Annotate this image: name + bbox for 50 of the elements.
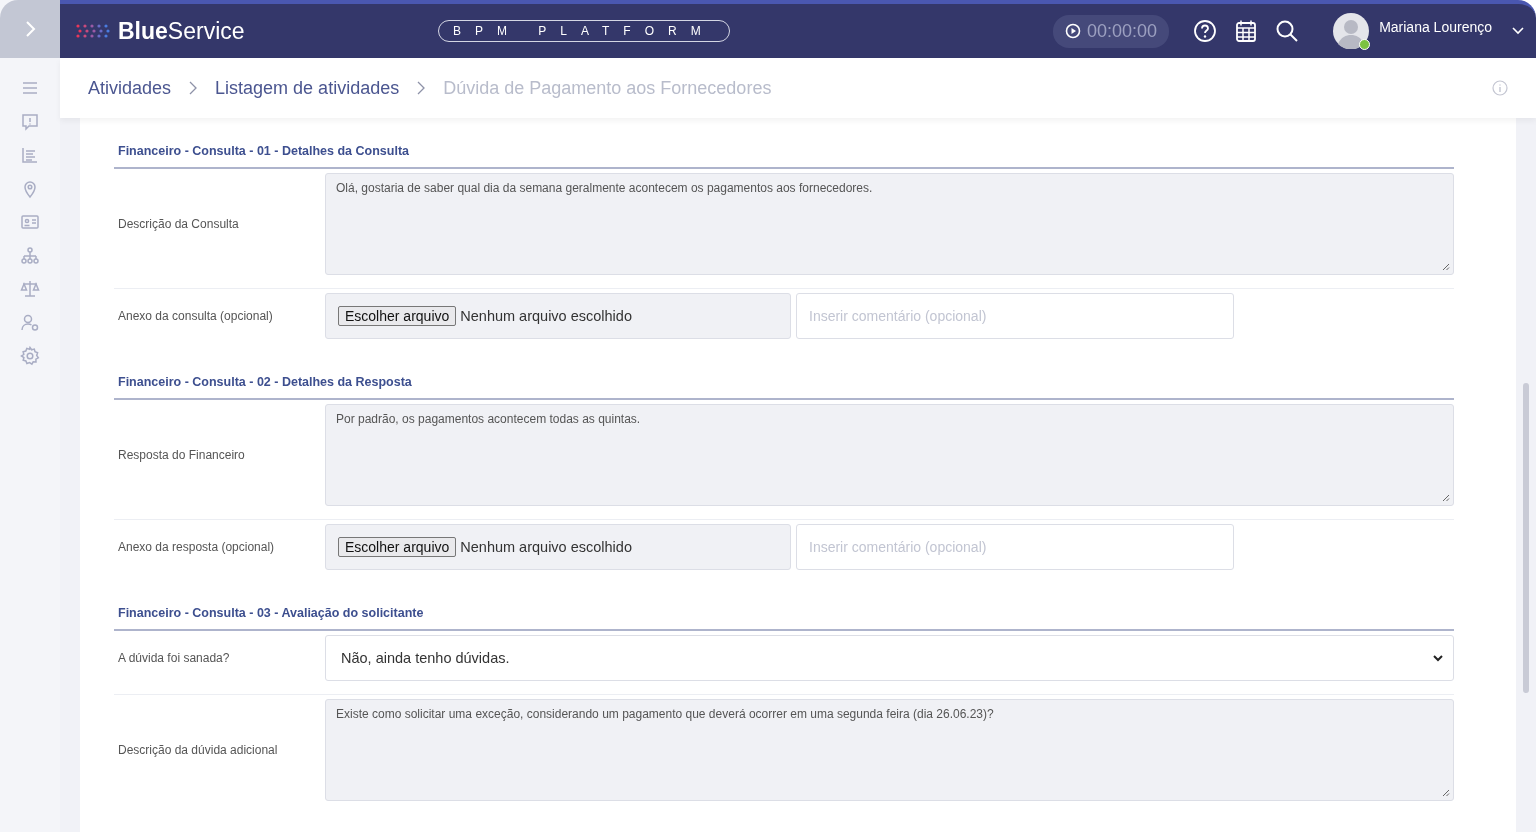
field-label: Resposta do Financeiro (117, 448, 246, 462)
section-title: Financeiro - Consulta - 01 - Detalhes da Consulta (114, 144, 1454, 169)
chevron-right-icon (189, 81, 198, 95)
field-label: Anexo da resposta (opcional) (117, 540, 276, 554)
help-icon[interactable] (1193, 19, 1218, 43)
breadcrumb-link[interactable]: Atividades (88, 77, 172, 99)
resize-handle-icon[interactable] (1442, 789, 1450, 797)
text-area[interactable]: Olá, gostaria de saber qual dia da semana geralmente acontecem os pagamentos aos fornecedores. (325, 173, 1454, 275)
user-gear-icon[interactable] (20, 312, 40, 333)
settings-icon[interactable] (20, 346, 40, 366)
logo-dots-icon (76, 23, 112, 39)
play-icon (1065, 23, 1082, 39)
scrollbar-thumb[interactable] (1523, 383, 1529, 693)
file-field[interactable]: Escolher arquivo Nenhum arquivo escolhido (325, 293, 791, 339)
chevron-right-icon (24, 20, 36, 38)
chevron-right-icon (417, 81, 426, 95)
section-title: Financeiro - Consulta - 03 - Avaliação do solicitante (114, 606, 1454, 631)
hierarchy-icon[interactable] (20, 245, 40, 266)
message-alert-icon[interactable] (20, 111, 40, 132)
file-field[interactable]: Escolher arquivo Nenhum arquivo escolhido (325, 524, 791, 570)
id-card-icon[interactable] (20, 212, 40, 232)
text-area[interactable]: Existe como solicitar uma exceção, considerando um pagamento que deverá ocorrer em uma segunda feira (dia 26.06.23)? (325, 699, 1454, 801)
list-icon[interactable] (20, 145, 40, 165)
chevron-down-icon (1433, 654, 1443, 662)
avatar[interactable] (1333, 13, 1370, 49)
field-label: Descrição da Consulta (117, 217, 240, 231)
info-icon[interactable] (1492, 80, 1508, 96)
chevron-down-icon[interactable] (1512, 27, 1524, 35)
brand-logo[interactable]: BlueService (118, 17, 245, 45)
resize-handle-icon[interactable] (1442, 494, 1450, 502)
file-status: Nenhum arquivo escolhido (460, 308, 632, 324)
comment-field[interactable]: Inserir comentário (opcional) (796, 524, 1234, 570)
choose-file-button[interactable]: Escolher arquivo (338, 306, 457, 326)
resize-handle-icon[interactable] (1442, 263, 1450, 271)
field-label: Anexo da consulta (opcional) (117, 309, 274, 323)
user-name[interactable]: Mariana Lourenço (1379, 19, 1492, 35)
search-icon[interactable] (1275, 19, 1300, 43)
comment-field[interactable]: Inserir comentário (opcional) (796, 293, 1234, 339)
breadcrumb-current: Dúvida de Pagamento aos Fornecedores (443, 77, 772, 99)
file-status: Nenhum arquivo escolhido (460, 539, 632, 555)
calendar-icon[interactable] (1235, 19, 1258, 43)
section-title: Financeiro - Consulta - 02 - Detalhes da Resposta (114, 375, 1454, 400)
choose-file-button[interactable]: Escolher arquivo (338, 537, 457, 557)
field-label: Descrição da dúvida adicional (117, 743, 279, 757)
scale-icon[interactable] (20, 279, 40, 299)
text-area[interactable]: Por padrão, os pagamentos acontecem todas as quintas. (325, 404, 1454, 506)
breadcrumb-link[interactable]: Listagem de atividades (215, 77, 400, 99)
expand-button[interactable] (0, 0, 60, 58)
dropdown[interactable]: Não, ainda tenho dúvidas. (325, 635, 1454, 681)
field-label: A dúvida foi sanada? (117, 651, 231, 665)
